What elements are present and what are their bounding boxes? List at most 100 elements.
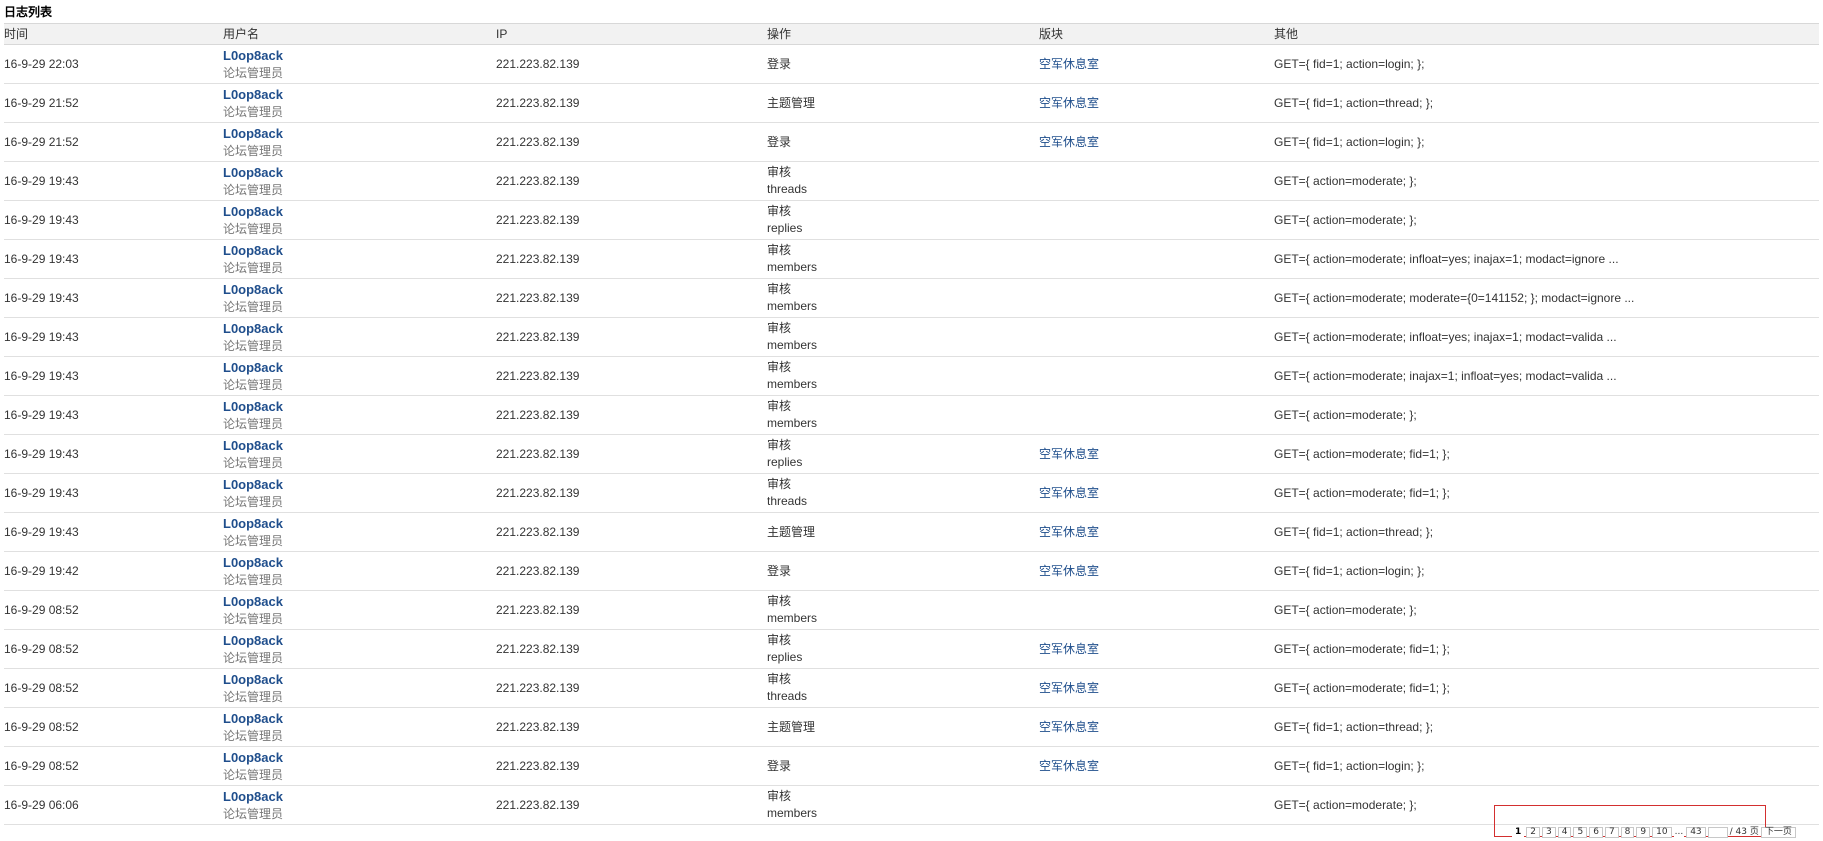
cell-user: L0op8ack 论坛管理员 [223, 395, 496, 435]
cell-user: L0op8ack 论坛管理员 [223, 668, 496, 708]
cell-ip: 221.223.82.139 [496, 317, 767, 357]
cell-other: GET={ action=moderate; fid=1; }; [1274, 473, 1819, 513]
user-role: 论坛管理员 [223, 729, 284, 743]
cell-action: 审核 replies [767, 434, 1039, 474]
cell-user: L0op8ack 论坛管理员 [223, 434, 496, 474]
action-label: 审核 [767, 360, 792, 374]
table-row: 16-9-29 21:52 L0op8ack 论坛管理员 221.223.82.139… [4, 122, 1819, 162]
cell-time: 16-9-29 19:43 [4, 434, 223, 474]
user-role: 论坛管理员 [223, 495, 284, 509]
cell-other: GET={ action=moderate; inajax=1; infloat… [1274, 356, 1819, 396]
forum-link[interactable]: 空军休息室 [1039, 447, 1099, 461]
action-label: 审核 [767, 243, 792, 257]
cell-ip: 221.223.82.139 [496, 590, 767, 630]
cell-ip: 221.223.82.139 [496, 473, 767, 513]
page-link[interactable]: 7 [1604, 827, 1619, 838]
action-sub-label: threads [767, 494, 808, 508]
page-link[interactable]: 4 [1557, 827, 1572, 838]
username-link[interactable]: L0op8ack [223, 398, 496, 416]
page-link[interactable]: 8 [1620, 827, 1635, 838]
action-sub-label: replies [767, 221, 803, 235]
cell-forum: 空军休息室 [1039, 746, 1274, 786]
page-current: 1 [1512, 828, 1525, 837]
cell-ip: 221.223.82.139 [496, 785, 767, 825]
cell-time: 16-9-29 21:52 [4, 83, 223, 123]
page-link[interactable]: 6 [1589, 827, 1603, 838]
action-label: 审核 [767, 399, 792, 413]
cell-ip: 221.223.82.139 [496, 512, 767, 552]
next-page-button[interactable]: 下一页 [1760, 827, 1796, 838]
page-link[interactable]: 10 [1652, 827, 1672, 838]
username-link[interactable]: L0op8ack [223, 359, 496, 377]
username-link[interactable]: L0op8ack [223, 203, 496, 221]
cell-ip: 221.223.82.139 [496, 200, 767, 240]
action-sub-label: replies [767, 650, 803, 664]
cell-other: GET={ action=moderate; }; [1274, 590, 1819, 630]
cell-forum: 空军休息室 [1039, 122, 1274, 162]
user-role: 论坛管理员 [223, 651, 284, 665]
cell-other: GET={ fid=1; action=login; }; [1274, 551, 1819, 591]
forum-link[interactable]: 空军休息室 [1039, 96, 1099, 110]
cell-ip: 221.223.82.139 [496, 434, 767, 474]
cell-other: GET={ action=moderate; moderate={0=14115… [1274, 278, 1819, 318]
action-sub-label: threads [767, 689, 808, 703]
forum-link[interactable]: 空军休息室 [1039, 135, 1099, 149]
page-jump-input[interactable] [1707, 827, 1728, 838]
user-role: 论坛管理员 [223, 768, 284, 782]
username-link[interactable]: L0op8ack [223, 47, 496, 65]
username-link[interactable]: L0op8ack [223, 281, 496, 299]
forum-link[interactable]: 空军休息室 [1039, 642, 1099, 656]
cell-other: GET={ fid=1; action=thread; }; [1274, 512, 1819, 552]
page-link[interactable]: 5 [1573, 827, 1588, 838]
username-link[interactable]: L0op8ack [223, 554, 496, 572]
action-label: 审核 [767, 477, 792, 491]
forum-link[interactable]: 空军休息室 [1039, 681, 1099, 695]
username-link[interactable]: L0op8ack [223, 749, 496, 767]
table-row: 16-9-29 19:43 L0op8ack 论坛管理员 221.223.82.139… [4, 356, 1819, 396]
username-link[interactable]: L0op8ack [223, 593, 496, 611]
username-link[interactable]: L0op8ack [223, 476, 496, 494]
cell-time: 16-9-29 22:03 [4, 44, 223, 84]
username-link[interactable]: L0op8ack [223, 164, 496, 182]
cell-forum: 空军休息室 [1039, 551, 1274, 591]
username-link[interactable]: L0op8ack [223, 788, 496, 806]
page-link[interactable]: 2 [1526, 827, 1540, 838]
forum-link[interactable]: 空军休息室 [1039, 720, 1099, 734]
cell-action: 审核 replies [767, 200, 1039, 240]
username-link[interactable]: L0op8ack [223, 86, 496, 104]
cell-ip: 221.223.82.139 [496, 44, 767, 84]
forum-link[interactable]: 空军休息室 [1039, 525, 1099, 539]
action-label: 主题管理 [767, 95, 816, 110]
page-link[interactable]: 3 [1542, 827, 1556, 838]
user-role: 论坛管理员 [223, 807, 284, 821]
page-link[interactable]: 9 [1636, 827, 1651, 838]
action-label: 登录 [767, 134, 792, 149]
username-link[interactable]: L0op8ack [223, 242, 496, 260]
cell-user: L0op8ack 论坛管理员 [223, 473, 496, 513]
username-link[interactable]: L0op8ack [223, 632, 496, 650]
cell-action: 审核 replies [767, 629, 1039, 669]
cell-forum [1039, 239, 1274, 279]
table-row: 16-9-29 22:03 L0op8ack 论坛管理员 221.223.82.139… [4, 44, 1819, 84]
page-link-last[interactable]: 43 [1686, 827, 1706, 838]
table-body: 16-9-29 22:03 L0op8ack 论坛管理员 221.223.82.139… [4, 44, 1819, 825]
action-label: 审核 [767, 594, 792, 608]
table-row: 16-9-29 19:42 L0op8ack 论坛管理员 221.223.82.139… [4, 551, 1819, 591]
cell-time: 16-9-29 19:43 [4, 395, 223, 435]
cell-other: GET={ action=moderate; }; [1274, 161, 1819, 201]
cell-user: L0op8ack 论坛管理员 [223, 239, 496, 279]
forum-link[interactable]: 空军休息室 [1039, 564, 1099, 578]
forum-link[interactable]: 空军休息室 [1039, 759, 1099, 773]
username-link[interactable]: L0op8ack [223, 710, 496, 728]
table-row: 16-9-29 08:52 L0op8ack 论坛管理员 221.223.82.139… [4, 590, 1819, 630]
username-link[interactable]: L0op8ack [223, 125, 496, 143]
username-link[interactable]: L0op8ack [223, 671, 496, 689]
username-link[interactable]: L0op8ack [223, 515, 496, 533]
forum-link[interactable]: 空军休息室 [1039, 57, 1099, 71]
column-header-ip: IP [496, 23, 767, 45]
forum-link[interactable]: 空军休息室 [1039, 486, 1099, 500]
column-header-time: 时间 [4, 23, 223, 45]
username-link[interactable]: L0op8ack [223, 437, 496, 455]
username-link[interactable]: L0op8ack [223, 320, 496, 338]
cell-action: 主题管理 [767, 707, 1039, 747]
